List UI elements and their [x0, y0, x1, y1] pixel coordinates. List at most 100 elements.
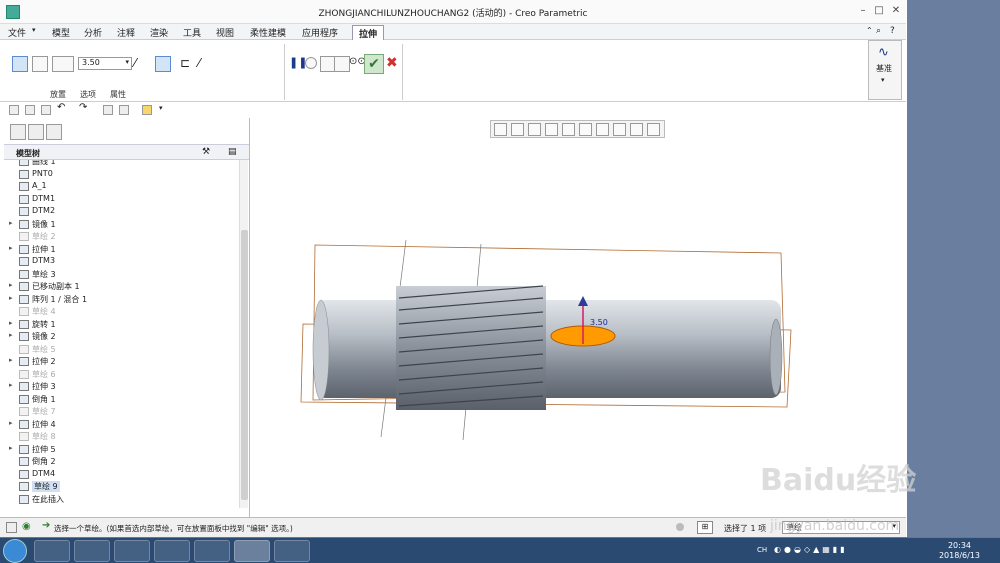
favorites-tab-icon[interactable]: [46, 124, 62, 140]
tray-icons[interactable]: ◐●◒◇▲▦▮▮: [774, 545, 848, 554]
pause-icon[interactable]: ❚❚: [289, 56, 307, 72]
depth-dimension-label[interactable]: 3.50: [590, 318, 608, 327]
navigator-toggle-icon[interactable]: [6, 522, 17, 533]
new-file-icon[interactable]: [9, 105, 19, 115]
save-icon[interactable]: [41, 105, 51, 115]
tab-render[interactable]: 渲染: [150, 26, 168, 39]
title-bar: ZHONGJIANCHILUNZHOUCHANG2 (活动的) - Creo P…: [0, 0, 906, 24]
model-tree-panel: 模型树 ⚒ ▤ 曲线 1 PNT0 A_1 DTM1 DTM2 ▸ 镜像 1 草绘 2 ▸ 拉伸 …: [0, 118, 250, 517]
close-icon[interactable]: ✕: [889, 5, 903, 17]
tab-flexible-modeling[interactable]: 柔性建模: [250, 26, 286, 39]
display-style-icon[interactable]: [562, 123, 575, 136]
expand-arrow-icon[interactable]: ▸: [9, 419, 13, 427]
chrome-taskbar-icon[interactable]: [34, 540, 70, 562]
shaft-body: [316, 300, 781, 398]
expand-arrow-icon[interactable]: ▸: [9, 219, 13, 227]
tab-annotate[interactable]: 注释: [117, 26, 135, 39]
no-preview-icon[interactable]: [305, 57, 317, 69]
tab-view[interactable]: 视图: [216, 26, 234, 39]
folder-icon[interactable]: [142, 105, 152, 115]
zoom-out-icon[interactable]: [528, 123, 541, 136]
expand-arrow-icon[interactable]: ▸: [9, 294, 13, 302]
datum-display-icon[interactable]: [630, 123, 643, 136]
expand-arrow-icon[interactable]: ▸: [9, 281, 13, 289]
clock[interactable]: 20:34 2018/6/13: [939, 541, 980, 561]
help-icon[interactable]: ?: [890, 26, 895, 36]
depth-value: 3.50: [82, 58, 100, 67]
view-manager-icon[interactable]: [596, 123, 609, 136]
tree-scrollbar[interactable]: [239, 160, 248, 508]
thicken-icon[interactable]: ⊏: [180, 56, 196, 72]
binoculars-icon[interactable]: ⊞: [697, 521, 713, 534]
minimize-icon[interactable]: –: [856, 5, 870, 17]
input-language[interactable]: CH: [757, 546, 767, 554]
explorer-taskbar-icon[interactable]: [74, 540, 110, 562]
feature-icon: [19, 457, 29, 466]
expand-arrow-icon[interactable]: ▸: [9, 319, 13, 327]
tab-analysis[interactable]: 分析: [84, 26, 102, 39]
browser-toggle-icon[interactable]: ◉: [22, 521, 31, 532]
annotation-display-icon[interactable]: [647, 123, 660, 136]
divider: [284, 44, 285, 100]
tab-model[interactable]: 模型: [52, 26, 70, 39]
tab-placement[interactable]: 放置: [50, 89, 66, 100]
start-button[interactable]: [3, 539, 27, 563]
glasses-icon[interactable]: ⊙⊙: [349, 56, 366, 72]
tab-options[interactable]: 选项: [80, 89, 96, 100]
expand-arrow-icon[interactable]: ▸: [9, 244, 13, 252]
redo-icon[interactable]: ↷: [79, 102, 89, 113]
flip-thicken-icon[interactable]: ⁄: [198, 56, 214, 72]
depth-input[interactable]: 3.50 ▾: [78, 57, 132, 70]
tree-item-label: 拉伸 5: [32, 444, 56, 454]
maximize-icon[interactable]: □: [872, 5, 886, 17]
divider: [402, 44, 403, 100]
regenerate-icon[interactable]: [103, 105, 113, 115]
cancel-icon[interactable]: ✖: [386, 56, 402, 72]
expand-arrow-icon[interactable]: ▸: [9, 381, 13, 389]
open-file-icon[interactable]: [25, 105, 35, 115]
depth-option-icon[interactable]: [52, 56, 74, 72]
creo-taskbar-icon[interactable]: [234, 540, 270, 562]
expand-arrow-icon[interactable]: ▸: [9, 444, 13, 452]
perspective-icon[interactable]: [613, 123, 626, 136]
refit-icon[interactable]: [494, 123, 507, 136]
taskbar: CH ◐●◒◇▲▦▮▮ 20:34 2018/6/13: [0, 537, 1000, 563]
feature-icon: [19, 407, 29, 416]
folder-browser-tab-icon[interactable]: [28, 124, 44, 140]
feature-icon: [19, 182, 29, 191]
search-icon[interactable]: ⌕: [876, 26, 881, 36]
flip-depth-icon[interactable]: ⁄: [134, 56, 150, 72]
expand-arrow-icon[interactable]: ▸: [9, 331, 13, 339]
chevron-down-icon[interactable]: ▾: [159, 104, 169, 114]
tab-properties[interactable]: 属性: [110, 89, 126, 100]
app-taskbar-icon[interactable]: [154, 540, 190, 562]
tree-settings-icon[interactable]: ⚒: [202, 147, 210, 157]
media-player-taskbar-icon[interactable]: [114, 540, 150, 562]
tree-item-label: 草绘 9: [32, 481, 60, 492]
extrude-surface-icon[interactable]: [32, 56, 48, 72]
chevron-down-icon: ▾: [32, 26, 36, 34]
model-tree-tab-icon[interactable]: [10, 124, 26, 140]
saved-views-icon[interactable]: [579, 123, 592, 136]
extrude-solid-icon[interactable]: [12, 56, 28, 72]
browser-taskbar-icon[interactable]: [194, 540, 230, 562]
windows-icon[interactable]: [119, 105, 129, 115]
tab-extrude[interactable]: 拉伸: [352, 25, 385, 40]
tab-tools[interactable]: 工具: [183, 26, 201, 39]
paint-taskbar-icon[interactable]: [274, 540, 310, 562]
feature-icon: [19, 319, 29, 329]
confirm-icon[interactable]: ✔: [364, 54, 384, 74]
expand-arrow-icon[interactable]: ▸: [9, 356, 13, 364]
repaint-icon[interactable]: [545, 123, 558, 136]
tab-applications[interactable]: 应用程序: [302, 26, 338, 39]
datum-panel[interactable]: ∿ 基准 ▾: [868, 40, 902, 100]
chevron-up-icon[interactable]: ⌃: [866, 26, 873, 35]
arrow-right-icon: ➔: [42, 520, 51, 531]
tree-columns-icon[interactable]: ▤: [228, 147, 237, 157]
zoom-in-icon[interactable]: [511, 123, 524, 136]
verify-icon[interactable]: [334, 56, 350, 72]
scrollbar-thumb[interactable]: [241, 230, 248, 500]
menu-file[interactable]: 文件: [8, 26, 26, 39]
undo-icon[interactable]: ↶: [57, 102, 67, 113]
remove-material-icon[interactable]: [155, 56, 171, 72]
